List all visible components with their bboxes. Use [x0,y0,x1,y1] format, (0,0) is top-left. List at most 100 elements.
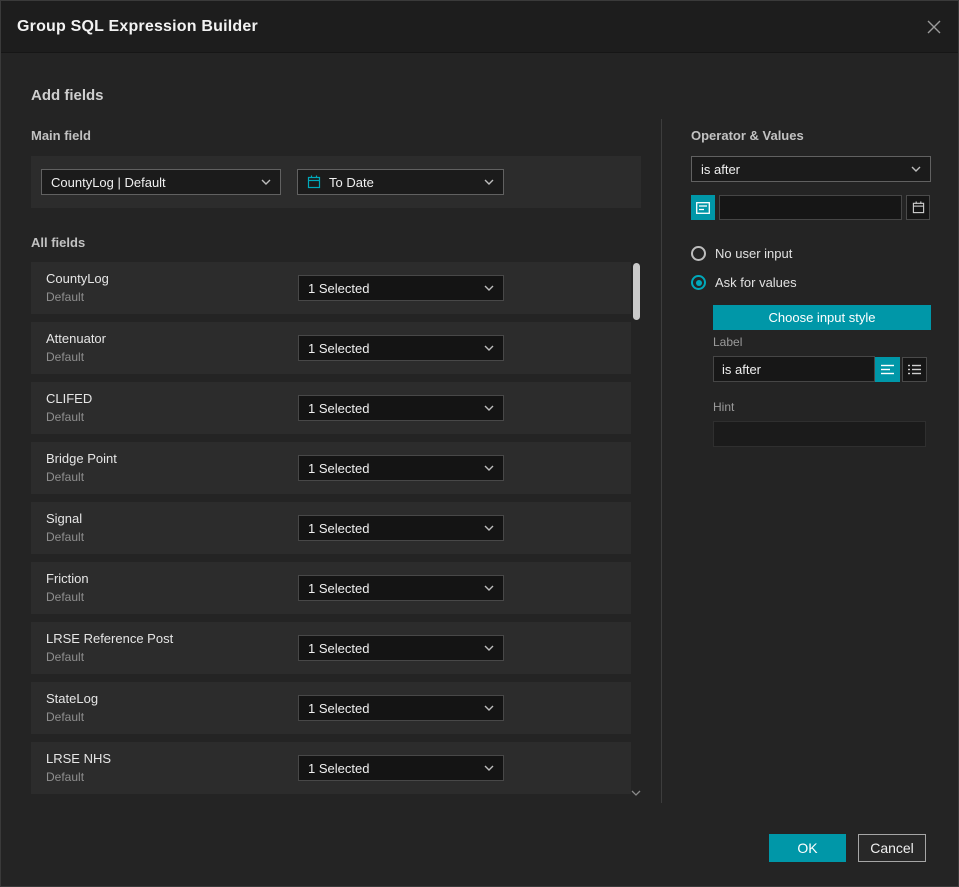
chevron-down-icon [484,645,494,651]
field-name: Attenuator [46,331,106,346]
main-field-select[interactable]: CountyLog | Default [41,169,281,195]
field-subtitle: Default [46,650,85,664]
close-icon[interactable] [924,17,944,37]
field-row: Bridge Point Default 1 Selected [31,442,631,494]
field-row: LRSE NHS Default 1 Selected [31,742,631,794]
field-values-select-value: 1 Selected [308,700,370,716]
field-row: LRSE Reference Post Default 1 Selected [31,622,631,674]
cancel-button[interactable]: Cancel [858,834,926,862]
calendar-icon [912,201,924,214]
chevron-down-icon [484,465,494,471]
label-caption: Label [713,335,743,349]
choose-input-style-button[interactable]: Choose input style [713,305,931,330]
field-values-select[interactable]: 1 Selected [298,635,504,661]
radio-no-user-input[interactable]: No user input [691,246,792,261]
field-values-select[interactable]: 1 Selected [298,275,504,301]
operator-select-value: is after [701,161,741,177]
date-field-select-value: To Date [329,174,374,190]
chevron-down-icon [261,179,271,185]
radio-ask-for-values[interactable]: Ask for values [691,275,797,290]
value-input[interactable] [719,195,902,220]
ok-button[interactable]: OK [769,834,846,862]
chevron-down-icon [911,166,921,172]
field-name: Friction [46,571,89,586]
calendar-icon [307,175,321,189]
main-field-panel: CountyLog | Default To Date [31,156,641,208]
radio-no-user-input-label: No user input [715,246,793,261]
field-name: Bridge Point [46,451,117,466]
chevron-down-icon [484,525,494,531]
chevron-down-icon [484,705,494,711]
field-values-select[interactable]: 1 Selected [298,515,504,541]
radio-icon [691,275,706,290]
field-subtitle: Default [46,410,85,424]
field-name: Signal [46,511,83,526]
chevron-down-icon [484,765,494,771]
vertical-divider [661,119,662,803]
chevron-down-icon [484,345,494,351]
field-subtitle: Default [46,770,85,784]
dialog-title: Group SQL Expression Builder [17,18,258,35]
list-scrollbar[interactable] [633,262,640,790]
chevron-down-icon [484,585,494,591]
scroll-down-icon[interactable] [629,788,643,798]
field-subtitle: Default [46,710,85,724]
field-name: LRSE NHS [46,751,112,766]
field-values-select-value: 1 Selected [308,640,370,656]
field-subtitle: Default [46,530,85,544]
main-field-heading: Main field [31,128,91,143]
list-icon [908,364,921,375]
chevron-down-icon [484,179,494,185]
field-values-select-value: 1 Selected [308,340,370,356]
align-left-icon [881,364,894,375]
all-fields-list: CountyLog Default 1 Selected Attenuator … [31,262,631,802]
field-name: LRSE Reference Post [46,631,174,646]
hint-caption: Hint [713,400,735,414]
operator-select[interactable]: is after [691,156,931,182]
field-values-select-value: 1 Selected [308,760,370,776]
single-line-style-button[interactable] [875,357,900,382]
field-row: CLIFED Default 1 Selected [31,382,631,434]
field-name: CountyLog [46,271,109,286]
field-lines-icon [696,201,710,214]
all-fields-heading: All fields [31,235,86,250]
field-subtitle: Default [46,590,85,604]
chevron-down-icon [484,405,494,411]
field-values-select-value: 1 Selected [308,520,370,536]
main-field-select-value: CountyLog | Default [51,174,166,190]
date-picker-button[interactable] [906,195,930,220]
radio-ask-for-values-label: Ask for values [715,275,797,290]
field-values-select[interactable]: 1 Selected [298,695,504,721]
field-row: Signal Default 1 Selected [31,502,631,554]
field-subtitle: Default [46,350,85,364]
field-subtitle: Default [46,290,85,304]
field-row: CountyLog Default 1 Selected [31,262,631,314]
field-values-select[interactable]: 1 Selected [298,455,504,481]
field-values-select-value: 1 Selected [308,400,370,416]
scrollbar-thumb[interactable] [633,263,640,320]
field-values-select-value: 1 Selected [308,580,370,596]
label-input[interactable] [713,356,875,382]
date-field-select[interactable]: To Date [297,169,504,195]
add-fields-heading: Add fields [31,87,104,104]
dialog-header: Group SQL Expression Builder [1,1,958,53]
field-values-select[interactable]: 1 Selected [298,395,504,421]
field-row: Friction Default 1 Selected [31,562,631,614]
field-values-select[interactable]: 1 Selected [298,755,504,781]
list-style-button[interactable] [902,357,927,382]
group-sql-expression-builder-dialog: Group SQL Expression Builder Add fields … [0,0,959,887]
field-values-select[interactable]: 1 Selected [298,335,504,361]
field-values-select[interactable]: 1 Selected [298,575,504,601]
field-name: CLIFED [46,391,93,406]
field-row: Attenuator Default 1 Selected [31,322,631,374]
hint-input[interactable] [713,421,926,447]
field-name: StateLog [46,691,99,706]
set-from-field-button[interactable] [691,195,715,220]
operator-values-heading: Operator & Values [691,128,804,143]
radio-icon [691,246,706,261]
chevron-down-icon [484,285,494,291]
field-row: StateLog Default 1 Selected [31,682,631,734]
field-values-select-value: 1 Selected [308,460,370,476]
field-subtitle: Default [46,470,85,484]
field-values-select-value: 1 Selected [308,280,370,296]
